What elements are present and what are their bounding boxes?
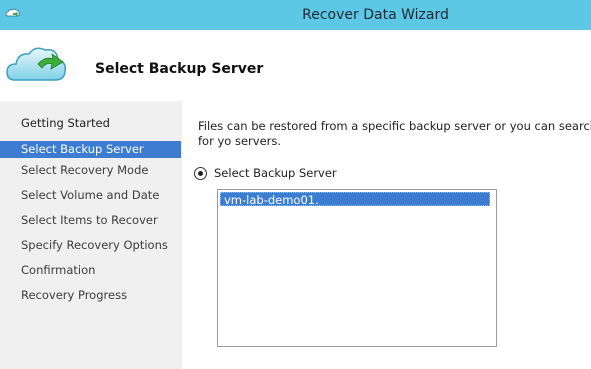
window-title: Recover Data Wizard: [302, 7, 449, 23]
nav-item-getting-started[interactable]: Getting Started: [0, 115, 181, 132]
radio-selected-dot: [198, 171, 203, 176]
select-backup-server-radio[interactable]: [194, 167, 207, 180]
nav-item-recovery-progress[interactable]: Recovery Progress: [0, 287, 181, 304]
nav-item-specify-recovery-options[interactable]: Specify Recovery Options: [0, 237, 181, 254]
nav-item-confirmation[interactable]: Confirmation: [0, 262, 181, 279]
wizard-content: Files can be restored from a specific ba…: [182, 101, 591, 369]
description-text: Files can be restored from a specific ba…: [198, 119, 591, 148]
radio-label[interactable]: Select Backup Server: [214, 166, 337, 180]
nav-item-select-recovery-mode[interactable]: Select Recovery Mode: [0, 162, 181, 179]
nav-item-select-backup-server[interactable]: Select Backup Server: [0, 141, 181, 158]
nav-item-select-volume-and-date[interactable]: Select Volume and Date: [0, 187, 181, 204]
cloud-restore-icon: [6, 47, 67, 81]
list-item[interactable]: vm-lab-demo01.: [220, 192, 490, 207]
backup-server-list[interactable]: vm-lab-demo01.: [217, 189, 497, 347]
nav-item-select-items-to-recover[interactable]: Select Items to Recover: [0, 212, 181, 229]
wizard-steps-nav: Getting Started Select Backup Server Sel…: [0, 101, 182, 369]
wizard-header: Select Backup Server: [0, 30, 591, 101]
page-title: Select Backup Server: [95, 61, 264, 77]
title-bar[interactable]: Recover Data Wizard: [0, 0, 591, 30]
